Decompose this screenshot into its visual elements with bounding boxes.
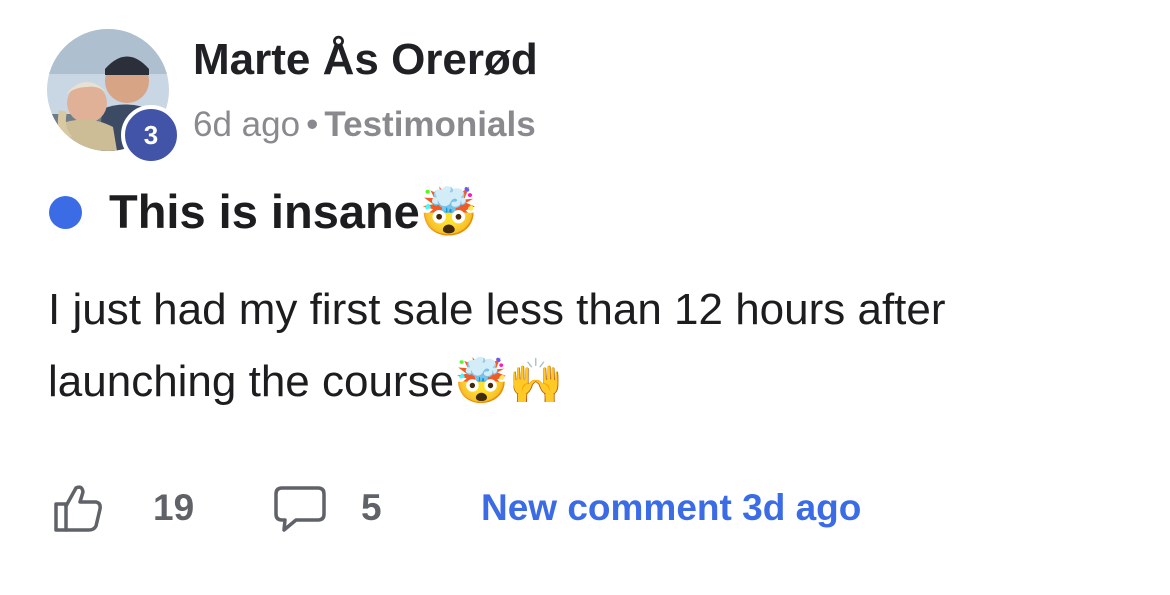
post-body[interactable]: I just had my first sale less than 12 ho… xyxy=(48,274,1128,418)
unread-indicator xyxy=(49,196,82,229)
exploding-head-emoji: 🤯 xyxy=(419,185,479,240)
post-meta: 6d ago • Testimonials xyxy=(193,103,536,147)
post-footer: 19 5 New comment 3d ago xyxy=(48,478,1128,538)
post-time: 6d ago xyxy=(193,105,301,144)
body-emoji: 🤯🙌 xyxy=(454,356,564,407)
like-count: 19 xyxy=(153,487,195,528)
meta-separator: • xyxy=(306,105,319,144)
level-badge: 3 xyxy=(121,105,181,165)
author-name[interactable]: Marte Ås Orerød xyxy=(193,33,538,87)
new-comment-link[interactable]: New comment 3d ago xyxy=(481,486,861,530)
post-title-text: This is insane xyxy=(109,185,420,238)
post-category[interactable]: Testimonials xyxy=(324,105,535,144)
comment-count: 5 xyxy=(361,487,382,528)
post-title[interactable]: This is insane🤯 xyxy=(109,182,478,243)
thumbs-up-icon[interactable] xyxy=(52,482,104,534)
comment-bubble-icon[interactable] xyxy=(272,482,328,534)
